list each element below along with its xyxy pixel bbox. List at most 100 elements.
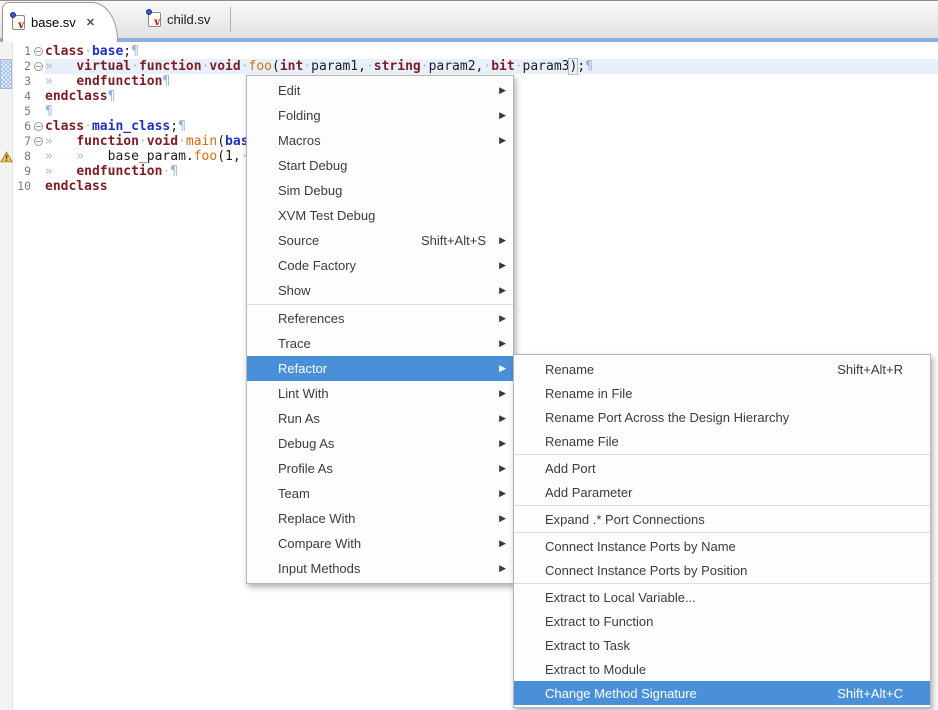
- line-number: 4: [12, 89, 31, 104]
- menu-item-label: Extract to Module: [545, 662, 646, 677]
- submenu-arrow-icon: ▶: [494, 463, 506, 474]
- menu-item-label: Macros: [278, 133, 321, 148]
- menu-item-label: Compare With: [278, 536, 361, 551]
- line-number: 6: [12, 119, 31, 134]
- menu-item-refactor[interactable]: Refactor▶: [247, 356, 513, 381]
- tab-divider: [230, 7, 231, 32]
- menu-item-label: Team: [278, 486, 310, 501]
- menu-item-debug-as[interactable]: Debug As ▶: [247, 431, 513, 456]
- line-number: 8: [12, 149, 31, 164]
- menu-item-extract-to-task[interactable]: Extract to Task: [514, 633, 930, 657]
- tab-base-sv[interactable]: v base.sv ✕: [2, 2, 118, 42]
- sv-file-icon: v: [12, 15, 25, 30]
- menu-item-show[interactable]: Show▶: [247, 278, 513, 303]
- menu-item-label: Edit: [278, 83, 300, 98]
- menu-item-connect-instance-ports-by-name[interactable]: Connect Instance Ports by Name: [514, 534, 930, 558]
- menu-item-sim-debug[interactable]: Sim Debug: [247, 178, 513, 203]
- menu-item-label: Sim Debug: [278, 183, 342, 198]
- pin-icon: [146, 9, 152, 15]
- menu-item-compare-with[interactable]: Compare With ▶: [247, 531, 513, 556]
- menu-item-label: Trace: [278, 336, 311, 351]
- submenu-arrow-icon: ▶: [494, 438, 506, 449]
- refactor-submenu: Rename Shift+Alt+R Rename in File Rename Po…: [513, 354, 931, 708]
- menu-item-rename-in-file[interactable]: Rename in File: [514, 381, 930, 405]
- menu-item-add-parameter[interactable]: Add Parameter: [514, 480, 930, 504]
- fold-collapse-icon[interactable]: [34, 122, 43, 131]
- line-number: 10: [12, 179, 31, 194]
- tab-label: child.sv: [167, 12, 210, 27]
- menu-item-label: Show: [278, 283, 311, 298]
- menu-item-label: Rename in File: [545, 386, 632, 401]
- menu-item-label: Extract to Local Variable...: [545, 590, 696, 605]
- menu-item-replace-with[interactable]: Replace With ▶: [247, 506, 513, 531]
- menu-item-connect-instance-ports-by-position[interactable]: Connect Instance Ports by Position: [514, 558, 930, 582]
- menu-separator: [514, 532, 930, 533]
- menu-item-folding[interactable]: Folding▶: [247, 103, 513, 128]
- menu-item-edit[interactable]: Edit ▶: [247, 78, 513, 103]
- menu-separator: [514, 454, 930, 455]
- menu-item-rename[interactable]: Rename Shift+Alt+R: [514, 357, 930, 381]
- tab-child-sv[interactable]: v child.sv: [138, 4, 230, 35]
- close-icon[interactable]: ✕: [86, 16, 95, 29]
- menu-item-start-debug[interactable]: Start Debug: [247, 153, 513, 178]
- line-number: 2: [12, 59, 31, 74]
- menu-item-label: Input Methods: [278, 561, 360, 576]
- menu-item-extract-to-module[interactable]: Extract to Module: [514, 657, 930, 681]
- editor-tab-bar: v child.sv v base.sv ✕: [0, 1, 938, 38]
- menu-item-code-factory[interactable]: Code Factory▶: [247, 253, 513, 278]
- menu-item-shortcut: Shift+Alt+C: [837, 686, 903, 701]
- submenu-arrow-icon: ▶: [494, 513, 506, 524]
- submenu-arrow-icon: ▶: [494, 413, 506, 424]
- menu-item-label: Folding: [278, 108, 321, 123]
- menu-item-label: Rename: [545, 362, 594, 377]
- menu-item-extract-to-local-variable[interactable]: Extract to Local Variable...: [514, 585, 930, 609]
- menu-item-trace[interactable]: Trace▶: [247, 331, 513, 356]
- menu-item-label: Profile As: [278, 461, 333, 476]
- menu-item-label: Rename Port Across the Design Hierarchy: [545, 410, 789, 425]
- menu-item-add-port[interactable]: Add Port: [514, 456, 930, 480]
- menu-item-label: Replace With: [278, 511, 355, 526]
- menu-item-run-as[interactable]: Run As▶: [247, 406, 513, 431]
- code-line-2[interactable]: » virtual·function·void·foo(int·param1,·…: [45, 59, 938, 74]
- menu-item-shortcut: Shift+Alt+R: [837, 362, 903, 377]
- menu-item-references[interactable]: References▶: [247, 306, 513, 331]
- fold-collapse-icon[interactable]: [34, 137, 43, 146]
- line-number: 1: [12, 44, 31, 59]
- menu-item-profile-as[interactable]: Profile As ▶: [247, 456, 513, 481]
- menu-item-expand-port-connections[interactable]: Expand .* Port Connections: [514, 507, 930, 531]
- submenu-arrow-icon: ▶: [494, 313, 506, 324]
- menu-item-rename-port-across-the-design-hierarchy[interactable]: Rename Port Across the Design Hierarchy: [514, 405, 930, 429]
- line-number: 3: [12, 74, 31, 89]
- menu-item-label: Connect Instance Ports by Position: [545, 563, 747, 578]
- context-menu: Edit▶Folding▶Macros▶Start DebugSim Debug…: [246, 75, 514, 584]
- menu-separator: [514, 583, 930, 584]
- submenu-arrow-icon: ▶: [494, 538, 506, 549]
- line-number: 9: [12, 164, 31, 179]
- menu-item-input-methods[interactable]: Input Methods▶: [247, 556, 513, 581]
- menu-separator: [247, 304, 513, 305]
- ide-window: v child.sv v base.sv ✕ 12345678910 class…: [0, 0, 938, 710]
- menu-item-label: Debug As: [278, 436, 334, 451]
- menu-item-rename-file[interactable]: Rename File: [514, 429, 930, 453]
- menu-item-team[interactable]: Team▶: [247, 481, 513, 506]
- menu-item-source[interactable]: SourceShift+Alt+S▶: [247, 228, 513, 253]
- menu-item-label: Start Debug: [278, 158, 347, 173]
- menu-item-lint-with[interactable]: Lint With▶: [247, 381, 513, 406]
- code-line-1[interactable]: class·base;¶: [45, 44, 938, 59]
- menu-item-change-method-signature[interactable]: Change Method Signature Shift+Alt+C: [514, 681, 930, 705]
- menu-item-macros[interactable]: Macros▶: [247, 128, 513, 153]
- menu-item-label: Rename File: [545, 434, 619, 449]
- menu-item-xvm-test-debug[interactable]: XVM Test Debug: [247, 203, 513, 228]
- submenu-arrow-icon: ▶: [494, 363, 506, 374]
- menu-item-label: Extract to Function: [545, 614, 653, 629]
- menu-item-label: Add Parameter: [545, 485, 632, 500]
- submenu-arrow-icon: ▶: [494, 85, 506, 96]
- fold-collapse-icon[interactable]: [34, 62, 43, 71]
- menu-item-extract-to-function[interactable]: Extract to Function: [514, 609, 930, 633]
- menu-item-label: Change Method Signature: [545, 686, 697, 701]
- menu-item-label: Expand .* Port Connections: [545, 512, 705, 527]
- submenu-arrow-icon: ▶: [494, 388, 506, 399]
- fold-collapse-icon[interactable]: [34, 47, 43, 56]
- sv-file-icon: v: [148, 12, 161, 27]
- menu-item-label: XVM Test Debug: [278, 208, 375, 223]
